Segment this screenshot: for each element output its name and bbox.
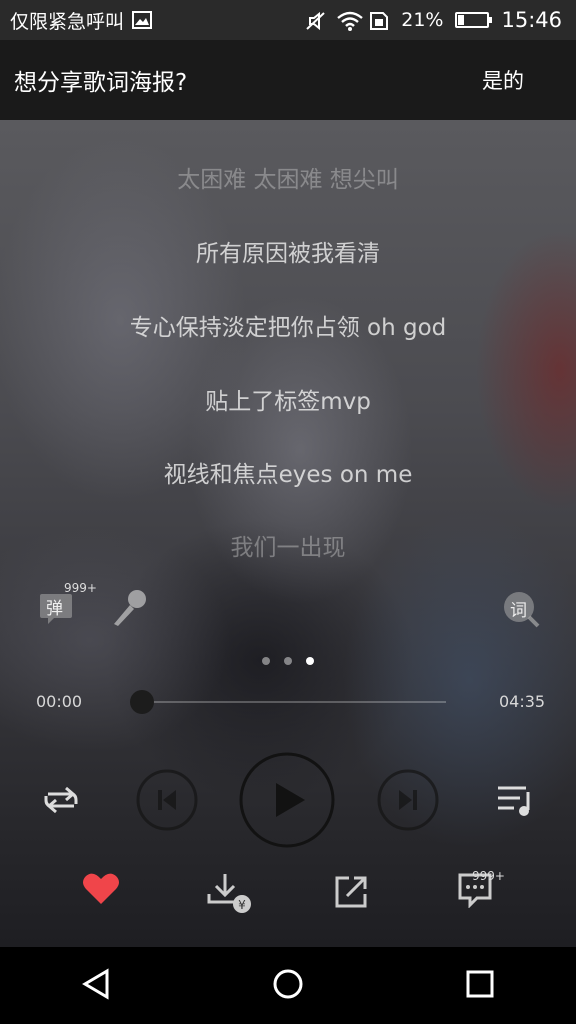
lyric-search-label: 词 — [510, 601, 527, 621]
lyric-line: 所有原因被我看清 — [196, 241, 380, 267]
sim-icon — [369, 11, 389, 30]
danmu-count-badge: 999+ — [64, 581, 97, 595]
page-dot — [262, 657, 270, 665]
mute-icon — [305, 11, 325, 31]
lyric-line: 我们一出现 — [230, 535, 346, 561]
recents-icon[interactable] — [463, 967, 497, 1005]
progress-bar[interactable] — [142, 701, 446, 703]
lyric-search-icon[interactable]: 词 — [502, 590, 540, 632]
page-dot — [284, 657, 292, 665]
like-icon[interactable] — [82, 872, 120, 910]
microphone-icon[interactable] — [110, 588, 148, 632]
danmu-label: 弹 — [46, 599, 63, 619]
page-indicator — [0, 657, 576, 665]
lyric-line: 专心保持淡定把你占领 oh god — [129, 315, 447, 341]
lyric-line: 贴上了标签mvp — [205, 389, 371, 415]
confirm-button[interactable]: 是的 — [482, 65, 524, 95]
home-icon[interactable] — [271, 967, 305, 1005]
wifi-icon — [337, 11, 364, 31]
player-panel: 太困难 太困难 想尖叫 所有原因被我看清 专心保持淡定把你占领 oh god 贴… — [0, 120, 576, 947]
status-bar: 仅限紧急呼叫 21% 15:46 — [0, 0, 576, 40]
comment-count-badge: 999+ — [472, 869, 505, 883]
share-poster-prompt: 想分享歌词海报? 是的 — [0, 40, 576, 120]
back-icon[interactable] — [79, 967, 113, 1005]
previous-icon[interactable] — [136, 769, 198, 835]
play-icon[interactable] — [239, 752, 335, 852]
danmu-icon[interactable]: 弹 — [38, 590, 74, 630]
prompt-question: 想分享歌词海报? — [14, 70, 188, 96]
next-icon[interactable] — [377, 769, 439, 835]
share-icon[interactable] — [333, 874, 369, 914]
battery-icon — [455, 12, 493, 28]
svg-text:¥: ¥ — [238, 898, 246, 912]
repeat-icon[interactable] — [40, 784, 82, 820]
page-dot — [306, 657, 314, 665]
lyric-line: 太困难 太困难 想尖叫 — [177, 167, 399, 193]
clock: 15:46 — [501, 8, 562, 32]
total-time: 04:35 — [499, 692, 546, 711]
image-icon — [132, 11, 153, 29]
battery-percent: 21% — [401, 9, 444, 31]
progress-thumb[interactable] — [130, 690, 154, 714]
playlist-icon[interactable] — [496, 784, 536, 822]
navigation-bar — [0, 947, 576, 1024]
download-icon[interactable]: ¥ — [206, 872, 252, 918]
current-time: 00:00 — [36, 692, 83, 711]
lyric-line: 视线和焦点eyes on me — [163, 462, 413, 488]
carrier-text: 仅限紧急呼叫 — [10, 10, 125, 33]
